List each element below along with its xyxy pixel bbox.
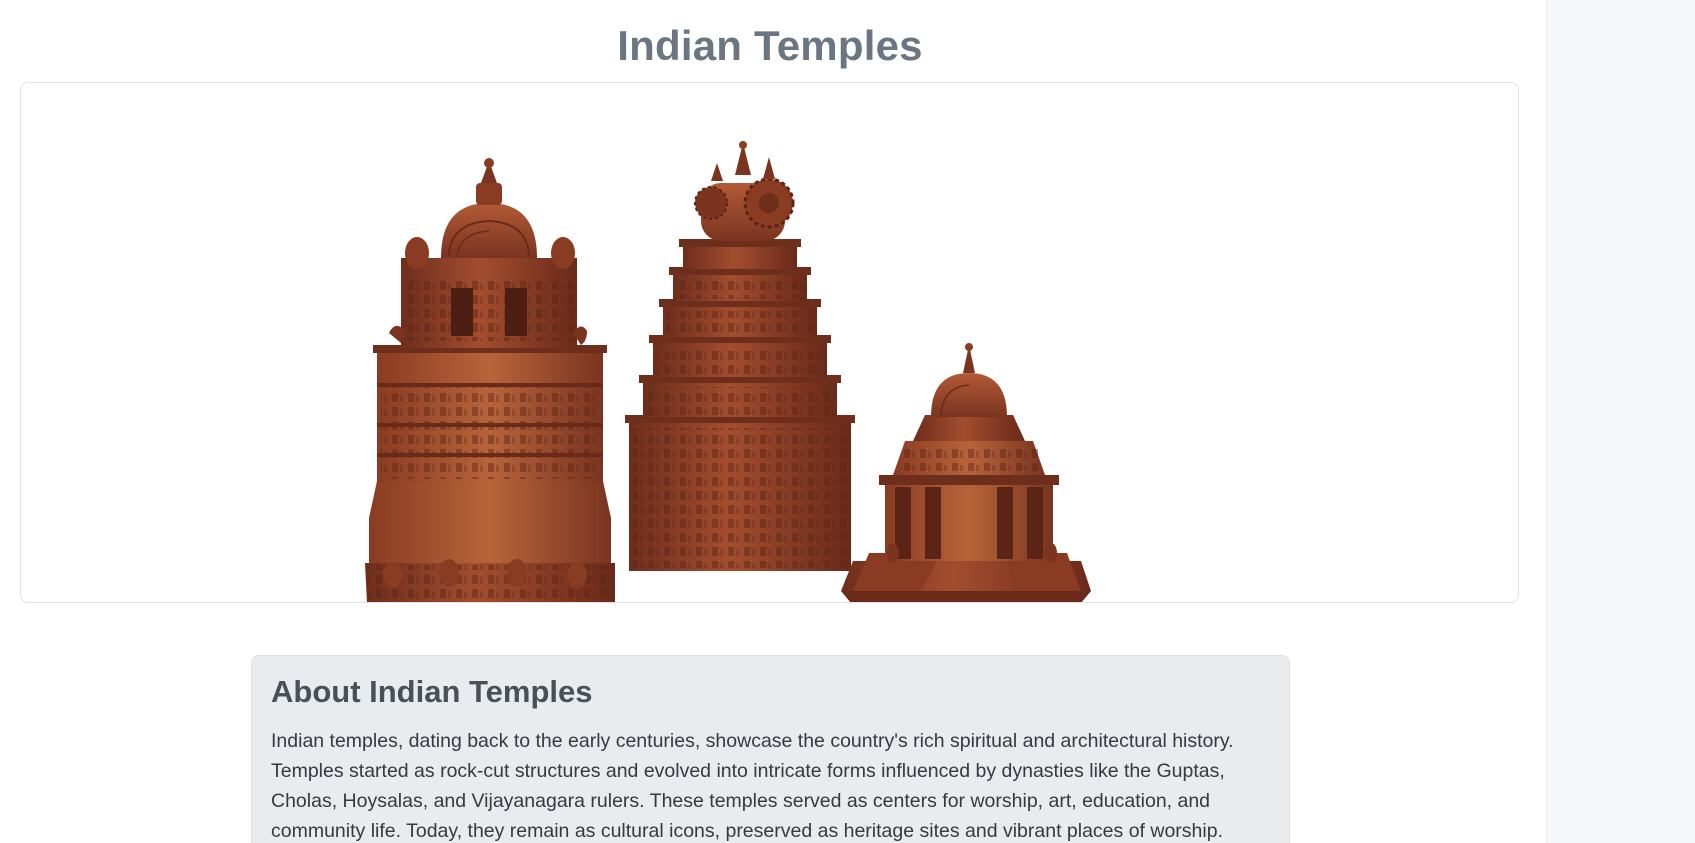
about-section: About Indian Temples Indian temples, dat… <box>251 655 1290 843</box>
temple-models-scene[interactable] <box>21 83 1519 603</box>
main-content: Indian Temples About Indian Temples Indi… <box>0 0 1546 843</box>
right-sidebar-gutter <box>1546 0 1695 843</box>
about-title: About Indian Temples <box>271 674 593 709</box>
page-title: Indian Temples <box>617 22 923 69</box>
about-text: Indian temples, dating back to the early… <box>271 730 1234 842</box>
temple-model-gopuram-dome[interactable] <box>365 158 615 603</box>
page: Indian Temples About Indian Temples Indi… <box>0 0 1695 843</box>
temple-3d-viewer[interactable] <box>20 82 1519 603</box>
temple-model-tiered-tower[interactable] <box>625 141 855 571</box>
temple-model-domed-shrine[interactable] <box>841 343 1091 603</box>
